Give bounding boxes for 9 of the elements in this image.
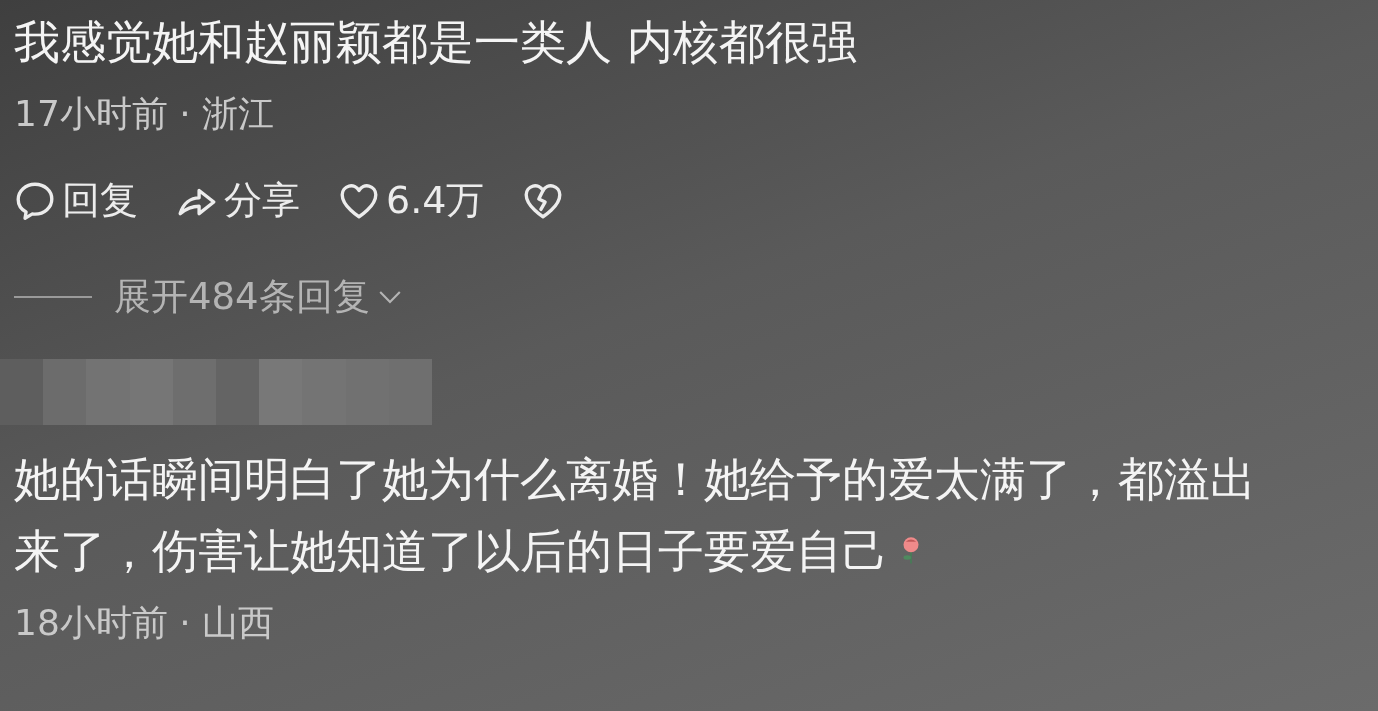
share-button[interactable]: 分享 bbox=[176, 172, 300, 229]
comment-meta: 17小时前 · 浙江 bbox=[14, 92, 276, 136]
like-button[interactable]: 6.4万 bbox=[338, 172, 485, 229]
comment-text-line: 来了，伤害让她知道了以后的日子要爱自己 bbox=[14, 523, 888, 578]
comment-text: 我感觉她和赵丽颖都是一类人 内核都很强 bbox=[14, 15, 857, 69]
reply-button[interactable]: 回复 bbox=[14, 172, 138, 229]
comment-meta: 18小时前 · 山西 bbox=[14, 600, 276, 645]
comment-text-line: 她的话瞬间明白了她为什么离婚！她给予的爱太满了，都溢出 bbox=[14, 451, 1256, 506]
expand-replies-link[interactable]: 展开484条回复 bbox=[114, 269, 404, 325]
